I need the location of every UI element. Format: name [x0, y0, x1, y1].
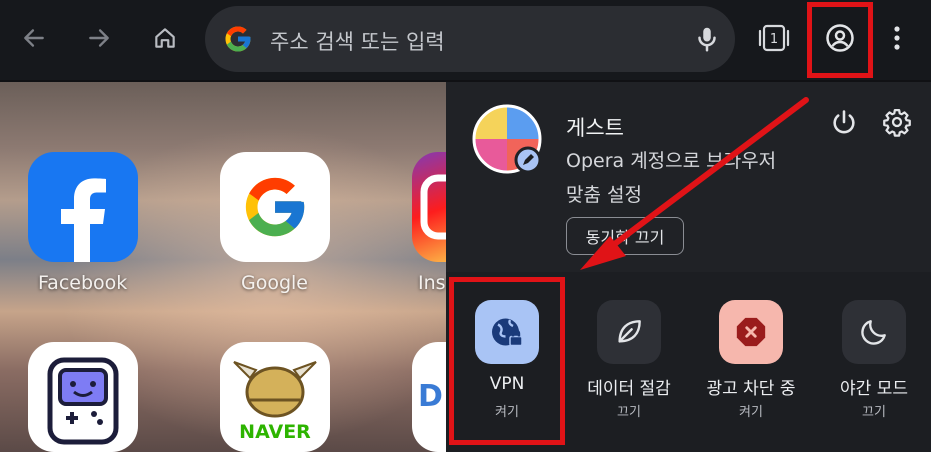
annotation-arrow — [580, 97, 809, 270]
